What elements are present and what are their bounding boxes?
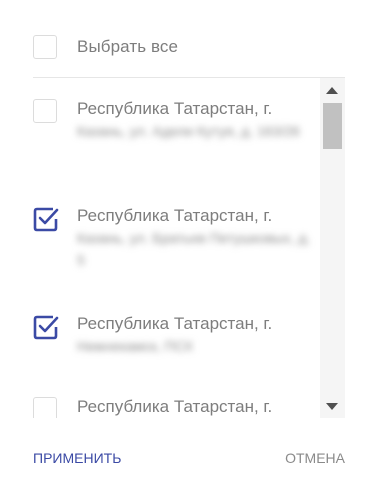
list-item[interactable]: Республика Татарстан, г. Казань, ул. Бра… — [33, 206, 323, 271]
item-text: Республика Татарстан, г. Казань, ул. Аде… — [77, 99, 317, 142]
list-item[interactable]: Республика Татарстан, г. Нижнекамск, ПСХ — [33, 314, 323, 357]
item-text: Республика Татарстан, г. Нижнекамск, ПСХ — [77, 314, 317, 357]
item-checkbox-checked[interactable] — [33, 314, 59, 340]
select-all-checkbox[interactable] — [33, 35, 57, 59]
list-item[interactable]: Республика Татарстан, г. Казань, ул. Аде… — [33, 99, 323, 142]
item-title: Республика Татарстан, г. — [77, 314, 273, 333]
item-text: Республика Татарстан, г. Казань, ул. Бра… — [77, 206, 317, 271]
item-text: Республика Татарстан, г. — [77, 397, 317, 418]
item-title: Республика Татарстан, г. — [77, 99, 273, 118]
item-title: Республика Татарстан, г. — [77, 397, 273, 416]
item-checkbox[interactable] — [33, 397, 57, 418]
scroll-down-arrow-icon[interactable] — [326, 403, 338, 410]
item-address: Нижнекамск, ПСХ — [77, 338, 194, 354]
item-checkbox-checked[interactable] — [33, 206, 59, 232]
cancel-button[interactable]: ОТМЕНА — [285, 450, 345, 466]
scroll-up-arrow-icon[interactable] — [326, 87, 338, 94]
checkmark-icon — [33, 207, 59, 232]
select-all-row[interactable]: Выбрать все — [33, 30, 353, 64]
item-address: Казань, ул. Братьев Петушковых, д. 5 — [77, 230, 311, 268]
item-checkbox[interactable] — [33, 99, 57, 123]
item-address: Казань, ул. Адели Кутуя, д. 163/26 — [77, 123, 300, 139]
checkmark-icon — [33, 315, 59, 340]
address-list[interactable]: Республика Татарстан, г. Казань, ул. Аде… — [33, 78, 345, 418]
list-item[interactable]: Республика Татарстан, г. — [33, 397, 323, 418]
footer-actions: ПРИМЕНИТЬ ОТМЕНА — [33, 450, 345, 466]
scrollbar[interactable] — [320, 78, 345, 418]
region-filter-panel: Выбрать все Республика Татарстан, г. Каз… — [0, 0, 374, 492]
select-all-label: Выбрать все — [77, 37, 179, 56]
scroll-thumb[interactable] — [323, 103, 342, 149]
apply-button[interactable]: ПРИМЕНИТЬ — [33, 450, 121, 466]
item-title: Республика Татарстан, г. — [77, 206, 273, 225]
